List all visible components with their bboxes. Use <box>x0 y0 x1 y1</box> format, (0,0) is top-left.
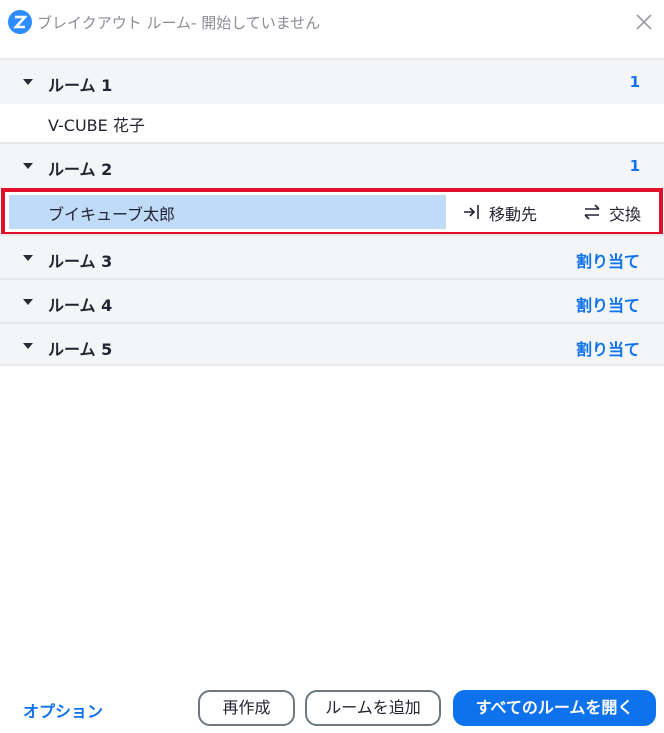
participant-row[interactable]: V-CUBE 花子 <box>0 104 664 142</box>
open-all-rooms-button[interactable]: すべてのルームを開く <box>453 690 656 726</box>
caret-down-icon[interactable] <box>23 343 33 349</box>
move-to-label: 移動先 <box>489 205 538 224</box>
caret-down-icon[interactable] <box>23 79 33 85</box>
close-button[interactable] <box>630 8 658 36</box>
room-name: ルーム 3 <box>48 252 113 271</box>
caret-down-icon[interactable] <box>23 255 33 261</box>
room-header-5[interactable]: ルーム 5 割り当て <box>0 322 664 366</box>
room-name: ルーム 5 <box>48 340 113 359</box>
move-to-icon <box>464 205 479 219</box>
exchange-button[interactable]: 交換 <box>582 201 658 224</box>
participant-name: V-CUBE 花子 <box>48 116 145 135</box>
caret-down-icon[interactable] <box>23 163 33 169</box>
exchange-label: 交換 <box>609 205 642 224</box>
options-link[interactable]: オプション <box>23 698 103 722</box>
room-name: ルーム 2 <box>48 160 113 179</box>
close-icon <box>636 14 652 30</box>
title-bar: ブレイクアウト ルーム- 開始していません <box>0 0 664 44</box>
assign-link[interactable]: 割り当て <box>576 336 640 360</box>
room-header-2[interactable]: ルーム 2 1 <box>0 142 664 188</box>
room-name: ルーム 4 <box>48 296 113 315</box>
participant-name: ブイキューブ太郎 <box>48 205 176 224</box>
zoom-logo-icon <box>8 10 32 34</box>
assign-link[interactable]: 割り当て <box>576 292 640 316</box>
assign-link[interactable]: 割り当て <box>576 248 640 272</box>
add-room-button[interactable]: ルームを追加 <box>305 690 441 726</box>
room-header-3[interactable]: ルーム 3 割り当て <box>0 234 664 278</box>
window-title: ブレイクアウト ルーム- 開始していません <box>37 14 321 32</box>
move-to-button[interactable]: 移動先 <box>462 201 558 224</box>
room-header-4[interactable]: ルーム 4 割り当て <box>0 278 664 322</box>
room-name: ルーム 1 <box>48 76 113 95</box>
exchange-icon <box>584 204 600 220</box>
room-header-1[interactable]: ルーム 1 1 <box>0 58 664 104</box>
room-participant-count: 1 <box>629 157 640 175</box>
recreate-button[interactable]: 再作成 <box>198 690 295 726</box>
room-list: ルーム 1 1 V-CUBE 花子 ルーム 2 1 ブイキューブ太郎 移動先 交… <box>0 58 664 366</box>
participant-row-selected[interactable]: ブイキューブ太郎 移動先 交換 <box>0 188 664 236</box>
caret-down-icon[interactable] <box>23 299 33 305</box>
room-participant-count: 1 <box>629 73 640 91</box>
